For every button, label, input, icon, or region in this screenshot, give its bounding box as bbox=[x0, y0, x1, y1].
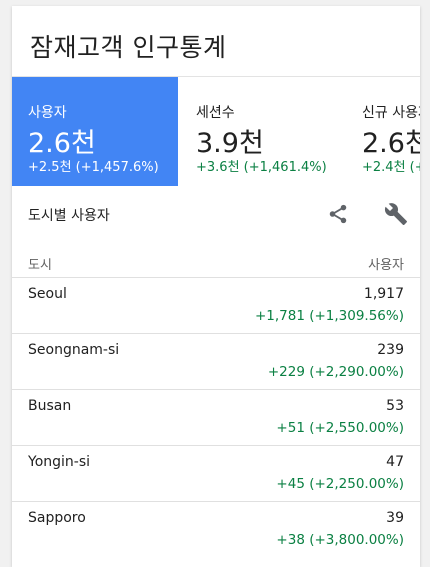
row-city: Yongin-si bbox=[28, 454, 91, 470]
metric-value: 2.6천 bbox=[28, 128, 96, 159]
share-button[interactable] bbox=[324, 202, 352, 230]
table-row[interactable]: Seongnam-si 239 +229 (+2,290.00%) bbox=[12, 334, 420, 390]
row-delta: +1,781 (+1,309.56%) bbox=[254, 308, 404, 324]
metric-delta: +2.4천 (+ bbox=[362, 160, 420, 175]
column-header-city: 도시 bbox=[28, 258, 52, 273]
row-city: Busan bbox=[28, 398, 72, 414]
metric-label: 사용자 bbox=[28, 105, 67, 121]
row-city: Sapporo bbox=[28, 510, 86, 526]
table-row[interactable]: Sapporo 39 +38 (+3,800.00%) bbox=[12, 502, 420, 558]
table-row[interactable]: Yongin-si 47 +45 (+2,250.00%) bbox=[12, 446, 420, 502]
audience-demographics-card: 잠재고객 인구통계 사용자 2.6천 +2.5천 (+1,457.6%) 세션수… bbox=[12, 6, 420, 567]
card-title: 잠재고객 인구통계 bbox=[30, 33, 227, 62]
share-icon bbox=[327, 203, 349, 229]
row-delta: +229 (+2,290.00%) bbox=[267, 364, 404, 380]
row-value: 39 bbox=[386, 510, 404, 526]
metric-tab-new-users[interactable]: 신규 사용자 2.6천 +2.4천 (+ bbox=[346, 77, 420, 186]
row-delta: +51 (+2,550.00%) bbox=[276, 420, 404, 436]
metric-label: 신규 사용자 bbox=[362, 105, 420, 121]
metric-delta: +2.5천 (+1,457.6%) bbox=[28, 160, 159, 175]
row-value: 1,917 bbox=[363, 286, 404, 302]
metric-label: 세션수 bbox=[196, 105, 235, 121]
metric-value: 2.6천 bbox=[362, 128, 420, 159]
table-row[interactable]: Busan 53 +51 (+2,550.00%) bbox=[12, 390, 420, 446]
row-delta: +38 (+3,800.00%) bbox=[276, 532, 404, 548]
metric-delta: +3.6천 (+1,461.4%) bbox=[196, 160, 327, 175]
row-value: 47 bbox=[386, 454, 404, 470]
city-table: Seoul 1,917 +1,781 (+1,309.56%) Seongnam… bbox=[12, 278, 420, 558]
column-header-users: 사용자 bbox=[368, 258, 404, 273]
row-value: 239 bbox=[377, 342, 404, 358]
customize-button[interactable] bbox=[382, 202, 410, 230]
section-title: 도시별 사용자 bbox=[28, 208, 110, 224]
table-row[interactable]: Seoul 1,917 +1,781 (+1,309.56%) bbox=[12, 278, 420, 334]
wrench-icon bbox=[384, 202, 408, 230]
metric-value: 3.9천 bbox=[196, 128, 264, 159]
table-header: 도시 사용자 bbox=[12, 242, 420, 278]
row-value: 53 bbox=[386, 398, 404, 414]
metric-tab-sessions[interactable]: 세션수 3.9천 +3.6천 (+1,461.4%) bbox=[180, 77, 360, 186]
row-city: Seoul bbox=[28, 286, 67, 302]
row-city: Seongnam-si bbox=[28, 342, 120, 358]
metric-tab-users[interactable]: 사용자 2.6천 +2.5천 (+1,457.6%) bbox=[12, 77, 178, 186]
metric-tabs: 사용자 2.6천 +2.5천 (+1,457.6%) 세션수 3.9천 +3.6… bbox=[12, 76, 420, 186]
row-delta: +45 (+2,250.00%) bbox=[276, 476, 404, 492]
